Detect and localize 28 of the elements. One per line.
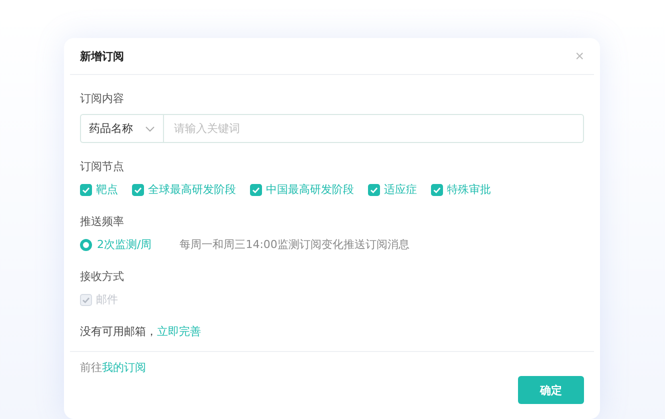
checkbox-label: 特殊审批 — [447, 182, 491, 197]
checkbox-label: 中国最高研发阶段 — [266, 182, 354, 197]
close-button[interactable]: × — [575, 48, 584, 64]
keyword-input[interactable]: 请输入关键词 — [163, 114, 584, 143]
checkbox-label: 邮件 — [96, 292, 118, 307]
complete-link[interactable]: 立即完善 — [157, 325, 201, 338]
checkbox[interactable] — [368, 184, 380, 196]
field-label: 推送频率 — [80, 214, 125, 229]
field-label: 订阅节点 — [80, 159, 125, 174]
dialog-title: 新增订阅 — [80, 48, 124, 64]
radio-button[interactable] — [80, 238, 92, 250]
checkbox-label: 全球最高研发阶段 — [148, 182, 236, 197]
radio-label: 2次监测/周 — [97, 237, 152, 252]
checkbox[interactable] — [132, 184, 144, 196]
confirm-button[interactable]: 确定 — [518, 376, 584, 404]
field-label: 接收方式 — [80, 269, 125, 284]
checkbox[interactable] — [250, 184, 262, 196]
checkbox[interactable] — [431, 184, 443, 196]
chevron-down-icon — [145, 126, 155, 132]
checkbox-label: 适应症 — [384, 182, 417, 197]
my-subscriptions-link[interactable]: 我的订阅 — [102, 361, 146, 374]
field-label: 订阅内容 — [80, 91, 125, 106]
frequency-description: 每周一和周三14:00监测订阅变化推送订阅消息 — [180, 237, 410, 252]
email-notice: 没有可用邮箱，立即完善 — [80, 324, 202, 339]
type-select[interactable]: 药品名称 — [80, 114, 163, 143]
checkbox[interactable] — [80, 184, 92, 196]
checkbox-label: 靶点 — [96, 182, 118, 197]
goto-text: 前往我的订阅 — [80, 360, 147, 375]
